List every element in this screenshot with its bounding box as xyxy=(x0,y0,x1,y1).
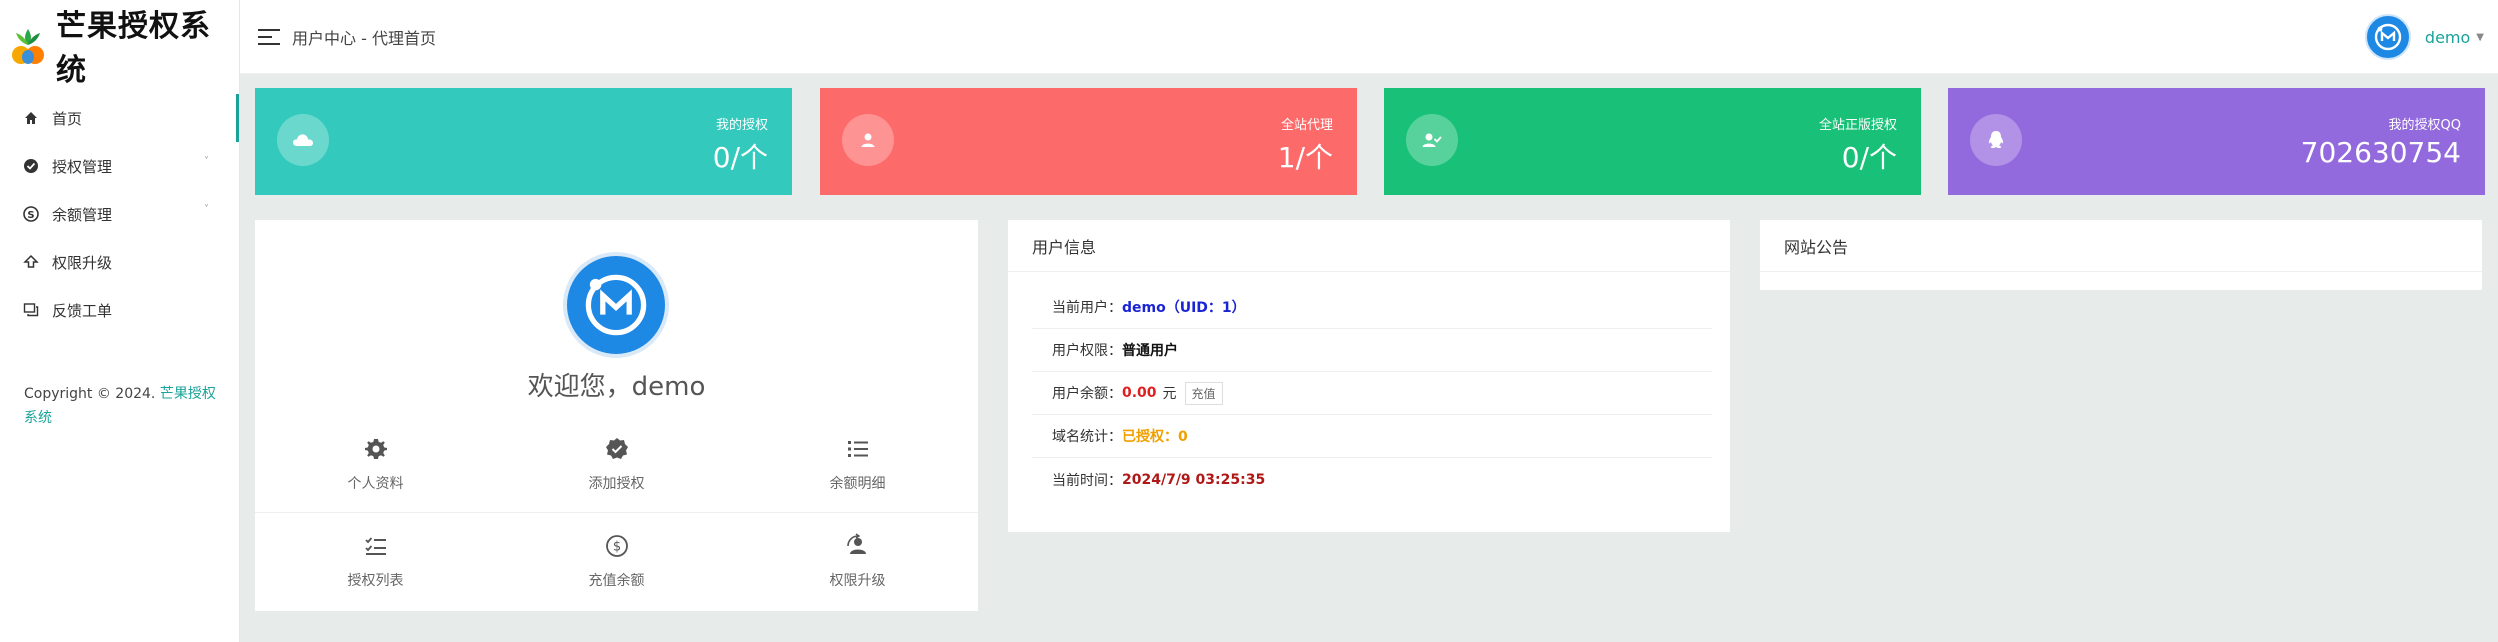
stat-site-genuine-licenses: 全站正版授权 0/个 xyxy=(1384,88,1921,195)
sidebar-item-label: 权限升级 xyxy=(52,253,113,272)
current-user-value: demo（UID：1） xyxy=(1122,300,1246,316)
quick-links: 个人资料 添加授权 余额明细 授权列表 $ 充值余额 权限升级 xyxy=(255,416,978,608)
sidebar-item-license[interactable]: 授权管理 ˅ xyxy=(0,142,239,190)
info-row-time: 当前时间： 2024/7/9 03:25:35 xyxy=(1032,458,1712,501)
info-row-permission: 用户权限： 普通用户 xyxy=(1032,329,1712,372)
sidebar-item-home[interactable]: 首页 xyxy=(0,94,239,142)
skype-icon: S xyxy=(22,205,40,223)
home-icon xyxy=(22,109,40,127)
sidebar-item-label: 反馈工单 xyxy=(52,301,113,320)
quick-recharge-button[interactable]: $ 充值余额 xyxy=(496,513,737,608)
info-label: 当前用户： xyxy=(1052,300,1122,316)
panel-title: 网站公告 xyxy=(1760,220,2482,272)
user-upgrade-icon xyxy=(844,532,872,560)
quick-label: 余额明细 xyxy=(829,476,886,492)
info-row-balance: 用户余额： 0.00 元 充值 xyxy=(1032,372,1712,415)
stat-value: 1/个 xyxy=(1277,141,1333,174)
avatar xyxy=(2364,14,2411,60)
copyright-text: Copyright © 2024. xyxy=(24,386,156,402)
sidebar-item-balance[interactable]: S 余额管理 ˅ xyxy=(0,190,239,238)
dollar-icon: $ xyxy=(603,532,631,560)
stat-label: 我的授权 xyxy=(715,118,768,133)
sidebar-item-label: 授权管理 xyxy=(52,157,113,176)
quick-add-license-button[interactable]: 添加授权 xyxy=(496,416,737,512)
welcome-text: 欢迎您，demo xyxy=(527,372,706,402)
user-menu[interactable]: demo ▼ xyxy=(2364,14,2484,60)
svg-text:$: $ xyxy=(612,539,620,554)
stat-value: 702630754 xyxy=(2300,136,2461,169)
sidebar: 芒果授权系统 首页 授权管理 ˅ S 余额管理 ˅ 权限升级 反馈工单 Copy… xyxy=(0,0,240,642)
brand-name: 芒果授权系统 xyxy=(56,9,211,88)
quick-profile-button[interactable]: 个人资料 xyxy=(255,416,496,512)
quick-label: 权限升级 xyxy=(829,572,886,589)
notice-panel: 网站公告 xyxy=(1760,220,2482,290)
avatar[interactable] xyxy=(563,252,669,358)
balance-unit: 元 xyxy=(1162,386,1177,402)
quick-license-list-button[interactable]: 授权列表 xyxy=(255,513,496,608)
quick-balance-detail-button[interactable]: 余额明细 xyxy=(737,416,978,512)
stat-my-licenses: 我的授权 0/个 xyxy=(255,88,792,195)
gear-icon xyxy=(362,435,390,463)
profile-panel: 欢迎您，demo 个人资料 添加授权 余额明细 授权列表 $ 充值余额 权限升级 xyxy=(255,220,978,611)
sidebar-item-feedback[interactable]: 反馈工单 xyxy=(0,286,239,334)
balance-value: 0.00 xyxy=(1122,385,1157,401)
mango-logo-icon xyxy=(6,23,50,67)
verified-badge-icon xyxy=(603,435,631,463)
info-label: 用户权限： xyxy=(1052,343,1122,359)
stat-label: 全站正版授权 xyxy=(1818,118,1897,133)
stat-my-license-qq: 我的授权QQ 702630754 xyxy=(1948,88,2485,195)
chevron-down-icon: ˅ xyxy=(204,156,209,167)
user-icon xyxy=(842,114,894,166)
stat-label: 全站代理 xyxy=(1280,118,1333,133)
sidebar-item-upgrade[interactable]: 权限升级 xyxy=(0,238,239,286)
stat-value: 0/个 xyxy=(712,141,768,174)
user-info-list: 当前用户： demo（UID：1） 用户权限： 普通用户 用户余额： 0.00 … xyxy=(1032,286,1712,501)
cloud-icon xyxy=(277,114,329,166)
sidebar-item-label: 余额管理 xyxy=(52,205,113,224)
username: demo xyxy=(2424,27,2471,47)
user-info-panel: 用户信息 当前用户： demo（UID：1） 用户权限： 普通用户 用户余额： … xyxy=(1008,220,1730,532)
quick-label: 添加授权 xyxy=(588,476,645,492)
sidebar-nav: 首页 授权管理 ˅ S 余额管理 ˅ 权限升级 反馈工单 xyxy=(0,94,239,334)
check-circle-icon xyxy=(22,157,40,175)
info-label: 用户余额： xyxy=(1052,386,1122,402)
brand[interactable]: 芒果授权系统 xyxy=(0,0,239,90)
chevron-down-icon: ▼ xyxy=(2476,31,2484,43)
quick-label: 充值余额 xyxy=(588,572,645,589)
copyright: Copyright © 2024. 芒果授权系统 xyxy=(24,382,224,430)
quick-label: 授权列表 xyxy=(347,572,404,589)
permission-value: 普通用户 xyxy=(1122,343,1178,359)
time-value: 2024/7/9 03:25:35 xyxy=(1122,471,1266,488)
chat-icon xyxy=(22,301,40,319)
checklist-icon xyxy=(362,532,390,560)
qq-icon xyxy=(1970,114,2022,166)
info-row-current-user: 当前用户： demo（UID：1） xyxy=(1032,286,1712,329)
sidebar-item-label: 首页 xyxy=(52,109,83,128)
recharge-button[interactable]: 充值 xyxy=(1184,381,1223,405)
info-label: 域名统计： xyxy=(1052,429,1122,445)
user-check-icon xyxy=(1406,114,1458,166)
stat-label: 我的授权QQ xyxy=(2388,118,2461,133)
chevron-down-icon: ˅ xyxy=(204,204,209,215)
breadcrumb: 用户中心 - 代理首页 xyxy=(292,28,436,48)
stat-value: 0/个 xyxy=(1841,141,1897,174)
info-label: 当前时间： xyxy=(1052,472,1122,489)
quick-label: 个人资料 xyxy=(347,476,404,492)
svg-text:S: S xyxy=(27,210,34,221)
topbar: 用户中心 - 代理首页 demo ▼ xyxy=(240,0,2498,74)
menu-toggle-icon[interactable] xyxy=(258,28,280,45)
list-icon xyxy=(844,435,872,463)
info-row-domain: 域名统计： 已授权：0 xyxy=(1032,415,1712,458)
domain-value: 已授权：0 xyxy=(1122,429,1188,445)
upgrade-icon xyxy=(22,253,40,271)
stat-site-agents: 全站代理 1/个 xyxy=(820,88,1357,195)
quick-upgrade-button[interactable]: 权限升级 xyxy=(737,513,978,608)
panel-title: 用户信息 xyxy=(1008,220,1730,272)
